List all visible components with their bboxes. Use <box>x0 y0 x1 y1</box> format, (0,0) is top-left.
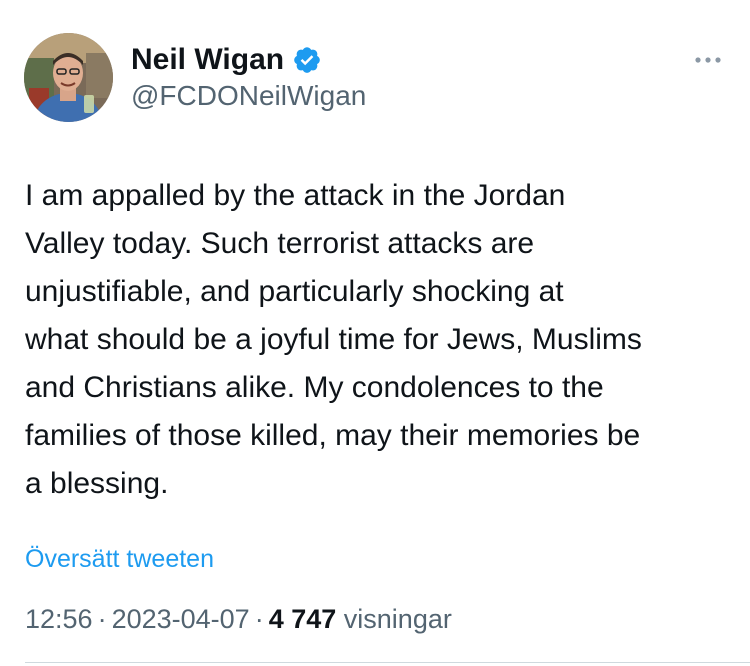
tweet-date[interactable]: 2023-04-07 <box>112 604 250 634</box>
avatar-photo <box>24 33 113 122</box>
author-handle[interactable]: @FCDONeilWigan <box>131 80 366 112</box>
meta-separator: · <box>97 604 107 634</box>
tweet-text-line: and Christians alike. My condolences to … <box>25 371 604 404</box>
more-options-icon[interactable] <box>690 48 726 72</box>
tweet-time[interactable]: 12:56 <box>25 604 93 634</box>
tweet-text-line: what should be a joyful time for Jews, M… <box>25 323 642 356</box>
tweet-text-line: families of those killed, may their memo… <box>25 419 641 452</box>
tweet-text-line: I am appalled by the attack in the Jorda… <box>25 179 566 212</box>
meta-separator: · <box>254 604 264 634</box>
views-count[interactable]: 4 747 <box>269 604 337 634</box>
tweet-meta: 12:56 · 2023-04-07 · 4 747 visningar <box>25 604 452 635</box>
views-label: visningar <box>343 604 452 634</box>
author-name-row: Neil Wigan <box>131 40 322 80</box>
tweet-text: I am appalled by the attack in the Jorda… <box>25 172 740 508</box>
display-name[interactable]: Neil Wigan <box>131 43 284 77</box>
divider <box>25 662 750 663</box>
tweet-text-line: a blessing. <box>25 467 169 500</box>
avatar[interactable] <box>24 33 113 122</box>
translate-tweet-link[interactable]: Översätt tweeten <box>25 545 214 574</box>
tweet-text-line: unjustifiable, and particularly shocking… <box>25 275 564 308</box>
tweet-text-line: Valley today. Such terrorist attacks are <box>25 227 535 260</box>
verified-badge-icon <box>292 45 322 75</box>
